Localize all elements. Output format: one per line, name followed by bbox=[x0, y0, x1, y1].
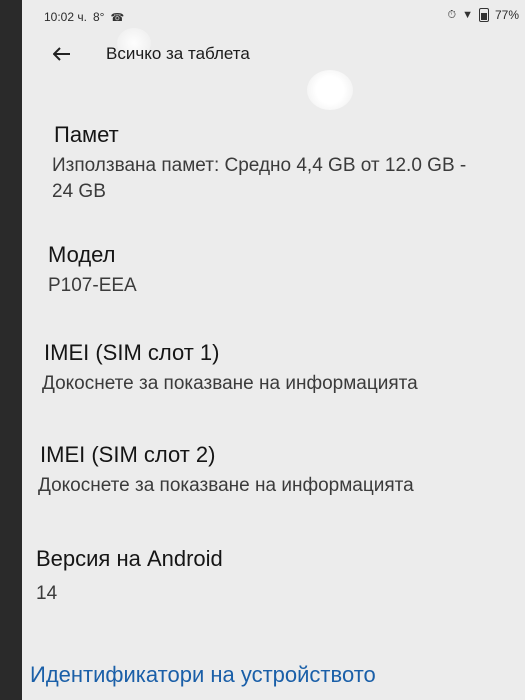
list-item-memory[interactable]: Памет Използвана памет: Средно 4,4 GB от… bbox=[22, 118, 525, 208]
app-bar: Всичко за таблета bbox=[22, 34, 525, 74]
screen-glare bbox=[307, 70, 353, 110]
item-subtitle: Докоснете за показване на информацията bbox=[38, 475, 414, 496]
item-title: Модел bbox=[48, 242, 116, 267]
item-title: IMEI (SIM слот 1) bbox=[44, 340, 220, 365]
wifi-icon: ▼ bbox=[462, 9, 473, 21]
screen: 10:02 ч. 8° ☎ ⏱ ▼ 77% Всичко за таблета … bbox=[22, 0, 525, 700]
list-item-model[interactable]: Модел P107-EEA bbox=[22, 236, 525, 306]
item-title: Памет bbox=[54, 122, 119, 147]
item-subtitle: 24 GB bbox=[52, 181, 106, 202]
list-item-imei-2[interactable]: IMEI (SIM слот 2) Докоснете за показване… bbox=[22, 436, 525, 506]
item-title: Версия на Android bbox=[36, 546, 223, 571]
alarm-icon: ⏱ bbox=[447, 8, 457, 21]
back-button[interactable] bbox=[44, 38, 80, 70]
list-item-imei-1[interactable]: IMEI (SIM слот 1) Докоснете за показване… bbox=[22, 334, 525, 404]
item-subtitle: Използвана памет: Средно 4,4 GB от 12.0 … bbox=[52, 155, 467, 176]
viber-icon: ☎ bbox=[110, 11, 125, 24]
battery-icon bbox=[478, 8, 489, 22]
status-time: 10:02 ч. bbox=[44, 10, 87, 24]
status-temperature: 8° bbox=[92, 10, 105, 24]
arrow-left-icon bbox=[53, 47, 70, 61]
device-frame: 10:02 ч. 8° ☎ ⏱ ▼ 77% Всичко за таблета … bbox=[0, 0, 525, 700]
item-subtitle: Докоснете за показване на информацията bbox=[42, 373, 418, 394]
item-subtitle: P107-EEA bbox=[48, 275, 137, 296]
item-title: IMEI (SIM слот 2) bbox=[40, 442, 216, 467]
section-header-device-identifiers: Идентификатори на устройството bbox=[30, 662, 376, 687]
battery-percent: 77% bbox=[494, 8, 519, 22]
item-subtitle: 14 bbox=[36, 583, 58, 604]
page-title: Всичко за таблета bbox=[106, 44, 250, 63]
status-bar: 10:02 ч. 8° ☎ ⏱ ▼ 77% bbox=[22, 6, 525, 28]
list-item-android-version[interactable]: Версия на Android 14 bbox=[22, 540, 525, 610]
